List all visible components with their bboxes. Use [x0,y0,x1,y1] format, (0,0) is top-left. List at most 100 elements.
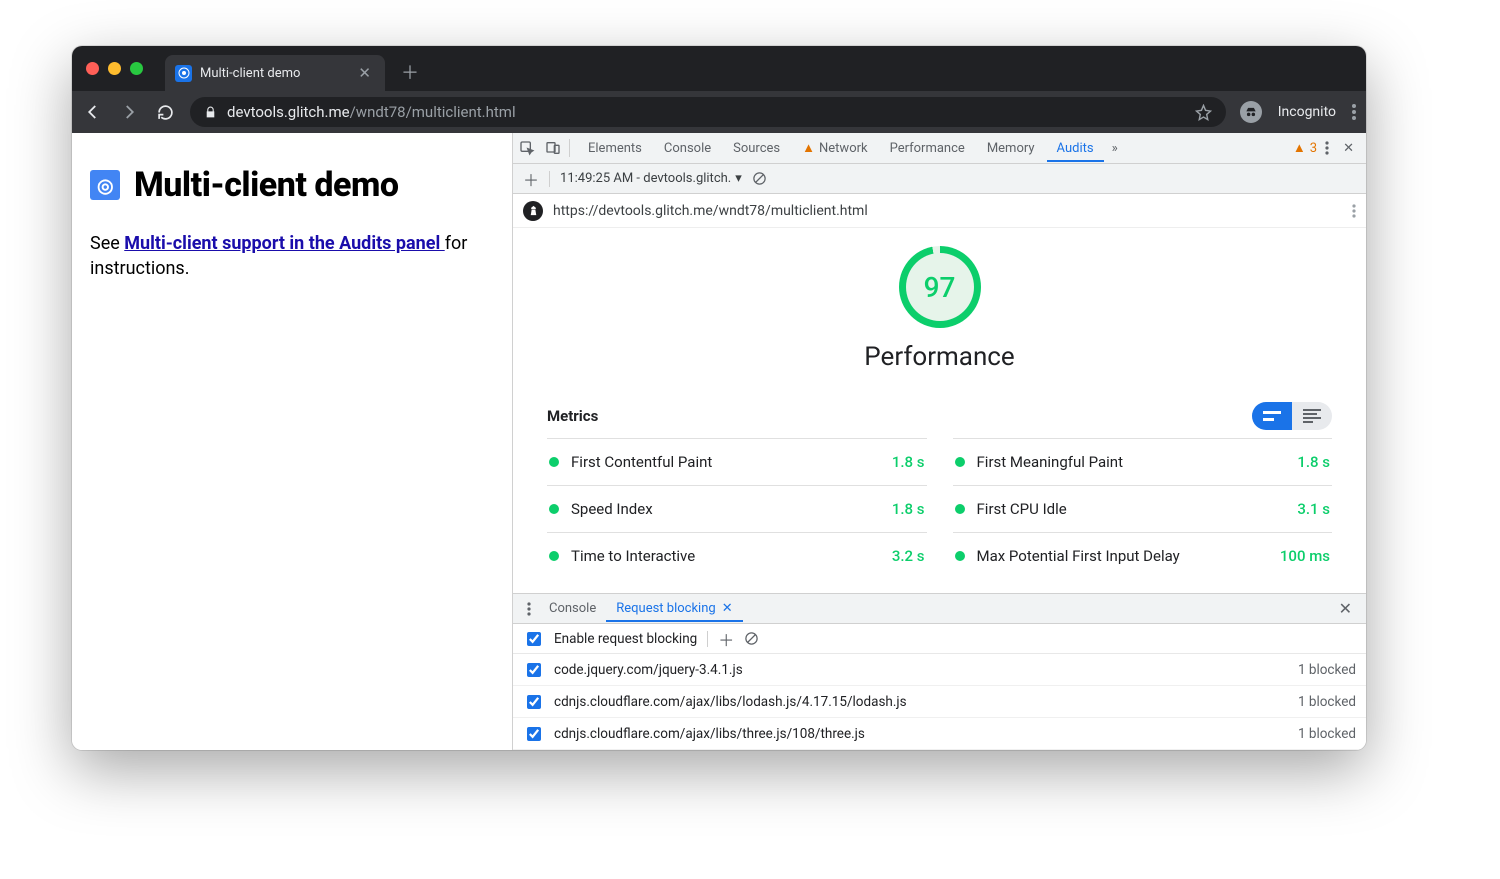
pattern-text: cdnjs.cloudflare.com/ajax/libs/lodash.js… [554,694,1288,710]
status-dot-icon [955,457,965,467]
audit-url-text: https://devtools.glitch.me/wndt78/multic… [553,203,868,219]
tab-network[interactable]: ▲Network [792,134,877,162]
drawer-tab-console[interactable]: Console [539,595,606,622]
metric-row: Speed Index 1.8 s [547,485,927,532]
browser-toolbar: devtools.glitch.me/wndt78/multiclient.ht… [72,91,1366,133]
audit-report: 97 Performance Metrics [513,228,1366,593]
url-text: devtools.glitch.me/wndt78/multiclient.ht… [227,103,516,121]
page-help-link[interactable]: Multi-client support in the Audits panel [124,233,444,254]
metric-name: First CPU Idle [977,500,1286,518]
blocked-pattern-row[interactable]: cdnjs.cloudflare.com/ajax/libs/lodash.js… [513,686,1366,718]
page-content: ◎ Multi-client demo See Multi-client sup… [72,133,512,750]
tab-close-button[interactable]: ✕ [354,64,375,82]
inspect-element-icon[interactable] [519,140,535,156]
status-dot-icon [955,551,965,561]
warning-icon: ▲ [802,141,815,156]
drawer-tab-bar: Console Request blocking ✕ ✕ [513,594,1366,624]
metric-name: Time to Interactive [571,547,880,565]
window-close-button[interactable] [86,62,99,75]
drawer-tab-request-blocking[interactable]: Request blocking ✕ [606,595,742,622]
pattern-count: 1 blocked [1298,694,1356,710]
lock-icon [204,106,217,119]
gauge-score: 97 [924,271,956,304]
tab-elements[interactable]: Elements [578,135,652,162]
tab-memory[interactable]: Memory [977,135,1045,162]
metric-name: Max Potential First Input Delay [977,547,1268,565]
metrics-view-toggle[interactable] [1252,402,1332,430]
browser-tab[interactable]: Multi-client demo ✕ [165,55,385,91]
lighthouse-icon [523,201,543,221]
drawer-menu-button[interactable] [519,602,539,616]
tab-title: Multi-client demo [200,66,300,81]
device-toolbar-icon[interactable] [545,140,561,156]
tabs-overflow-button[interactable]: » [1106,141,1124,156]
pattern-count: 1 blocked [1298,726,1356,742]
content-area: ◎ Multi-client demo See Multi-client sup… [72,133,1366,750]
metric-name: First Contentful Paint [571,453,880,471]
metric-row: Max Potential First Input Delay 100 ms [953,532,1333,579]
status-dot-icon [955,504,965,514]
back-button[interactable] [82,103,104,121]
warning-icon: ▲ [1293,140,1306,156]
devtools-settings-button[interactable] [1319,141,1335,155]
console-issues-badge[interactable]: ▲ 3 [1293,140,1317,156]
pattern-checkbox[interactable] [527,663,541,677]
devtools-drawer: Console Request blocking ✕ ✕ Enable requ… [513,593,1366,750]
pattern-checkbox[interactable] [527,727,541,741]
metric-value: 3.1 s [1297,500,1330,518]
metric-value: 100 ms [1280,547,1330,565]
metric-row: First Contentful Paint 1.8 s [547,438,927,485]
add-pattern-button[interactable]: ＋ [718,627,734,651]
close-icon[interactable]: ✕ [722,601,733,616]
view-toggle-compact[interactable] [1252,402,1292,430]
page-heading-icon: ◎ [90,170,120,200]
new-tab-button[interactable]: ＋ [393,59,427,85]
incognito-icon [1240,101,1262,123]
pattern-count: 1 blocked [1298,662,1356,678]
devtools-close-button[interactable]: ✕ [1337,141,1360,156]
gauge-label: Performance [864,342,1014,372]
enable-blocking-checkbox[interactable] [527,632,541,646]
window-fullscreen-button[interactable] [130,62,143,75]
address-bar[interactable]: devtools.glitch.me/wndt78/multiclient.ht… [190,97,1226,127]
tab-performance[interactable]: Performance [880,135,975,162]
forward-button[interactable] [118,103,140,121]
status-dot-icon [549,457,559,467]
metric-row: Time to Interactive 3.2 s [547,532,927,579]
page-heading: ◎ Multi-client demo [90,165,494,205]
tab-favicon-icon [175,65,192,82]
blocked-pattern-row[interactable]: cdnjs.cloudflare.com/ajax/libs/three.js/… [513,718,1366,750]
clear-audits-button[interactable] [752,171,767,186]
tab-console[interactable]: Console [654,135,721,162]
clear-patterns-button[interactable] [744,631,759,646]
view-toggle-expanded[interactable] [1292,402,1332,430]
page-description: See Multi-client support in the Audits p… [90,231,494,281]
window-minimize-button[interactable] [108,62,121,75]
tab-audits[interactable]: Audits [1047,135,1104,162]
blocked-pattern-row[interactable]: code.jquery.com/jquery-3.4.1.js 1 blocke… [513,654,1366,686]
metrics-title: Metrics [547,407,598,425]
bookmark-star-icon[interactable] [1195,104,1212,121]
metric-name: First Meaningful Paint [977,453,1286,471]
browser-right-controls: Incognito [1240,101,1356,123]
dropdown-icon: ▾ [735,171,742,186]
tab-sources[interactable]: Sources [723,135,790,162]
devtools-tab-bar: Elements Console Sources ▲Network Perfor… [513,133,1366,164]
reload-button[interactable] [154,104,176,121]
browser-window: Multi-client demo ✕ ＋ devtools.glitch.me… [72,46,1366,750]
audits-toolbar: ＋ 11:49:25 AM - devtools.glitch. ▾ [513,164,1366,194]
new-audit-button[interactable]: ＋ [523,167,539,191]
devtools-pane: Elements Console Sources ▲Network Perfor… [512,133,1366,750]
pattern-text: code.jquery.com/jquery-3.4.1.js [554,662,1288,678]
incognito-label: Incognito [1278,104,1336,120]
status-dot-icon [549,551,559,561]
drawer-close-button[interactable]: ✕ [1331,599,1360,618]
metric-name: Speed Index [571,500,880,518]
audit-report-menu[interactable] [1352,204,1356,218]
browser-menu-button[interactable] [1352,104,1356,120]
metrics-header: Metrics [547,402,1332,430]
pattern-checkbox[interactable] [527,695,541,709]
audit-url-bar: https://devtools.glitch.me/wndt78/multic… [513,194,1366,228]
audit-run-dropdown[interactable]: 11:49:25 AM - devtools.glitch. ▾ [560,171,742,186]
blocked-patterns-list: code.jquery.com/jquery-3.4.1.js 1 blocke… [513,654,1366,750]
